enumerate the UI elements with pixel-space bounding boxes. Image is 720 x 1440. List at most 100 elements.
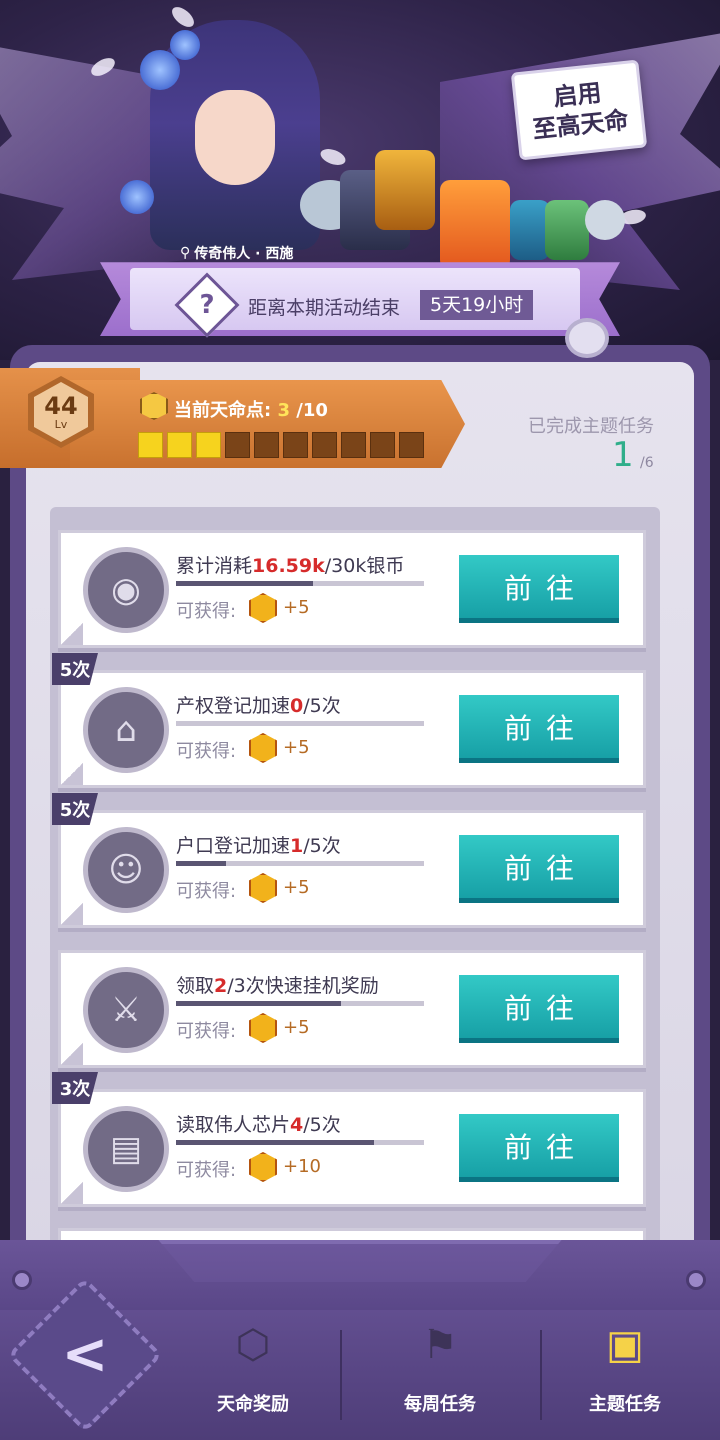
fate-points-total: /10 — [296, 400, 328, 421]
page-fold-decoration — [61, 763, 83, 785]
page-fold-decoration — [61, 903, 83, 925]
reward-label: 可获得: — [176, 1160, 237, 1181]
nav-divider — [340, 1330, 342, 1420]
countdown-value: 5天19小时 — [420, 290, 534, 320]
go-button[interactable]: 前往 — [459, 555, 619, 623]
task-title: 产权登记加速0/5次 — [176, 691, 341, 718]
fate-points-text: 当前天命点: — [174, 400, 272, 421]
fate-progress-cell — [399, 432, 424, 458]
fate-point-icon — [249, 1152, 277, 1182]
task-card: ⌂ 产权登记加速0/5次 可获得: +5 前往 — [58, 670, 646, 788]
task-progress-bar — [176, 1001, 424, 1006]
house-icon: ⌂ — [83, 687, 169, 773]
countdown-label: 距离本期活动结束 — [248, 297, 401, 319]
hero-portrait — [120, 20, 320, 250]
book-icon: ▤ — [83, 1106, 169, 1192]
badge-line-2: 至高天命 — [531, 105, 630, 144]
fate-points-current: 3 — [277, 400, 291, 421]
theme-task-icon: ▣ — [606, 1322, 644, 1368]
level-label: Lv — [54, 418, 68, 431]
task-card: ⚔ 领取2/3次快速挂机奖励可获得: +5 前往 — [58, 950, 646, 1068]
task-title-suffix: /5次 — [303, 695, 341, 717]
task-progress-value: 16.59k — [252, 555, 325, 577]
flower-ornament — [120, 180, 154, 214]
reward-items-illustration — [300, 140, 625, 270]
go-button[interactable]: 前往 — [459, 835, 619, 903]
coin-bag-icon: ◉ — [83, 547, 169, 633]
tab-theme-task[interactable]: ▣ 主题任务 — [540, 1310, 710, 1430]
task-title: 户口登记加速1/5次 — [176, 831, 341, 858]
go-button[interactable]: 前往 — [459, 975, 619, 1043]
reward-label: 可获得: — [176, 1021, 237, 1042]
fate-progress-bar — [138, 432, 424, 458]
fate-points-label: 当前天命点: 3 /10 — [174, 396, 328, 422]
rivet-decoration — [686, 1270, 706, 1290]
fate-progress-cell — [341, 432, 366, 458]
task-progress-value: 2 — [214, 975, 228, 997]
task-title-prefix: 累计消耗 — [176, 555, 253, 577]
task-title: 领取2/3次快速挂机奖励 — [176, 971, 379, 998]
fate-progress-cell — [370, 432, 395, 458]
enable-supreme-fate-badge[interactable]: 启用 至高天命 — [510, 59, 648, 161]
task-progress-value: 4 — [290, 1114, 304, 1136]
task-title-prefix: 户口登记加速 — [176, 835, 291, 857]
fate-progress-cell — [196, 432, 221, 458]
flower-ornament — [170, 30, 200, 60]
level-value: 44 — [44, 392, 78, 420]
weekly-task-icon: ⚑ — [422, 1322, 458, 1368]
reward-value: +5 — [283, 877, 310, 898]
fate-reward-icon: ⬡ — [235, 1322, 271, 1368]
completed-count: 1 — [612, 435, 634, 475]
reward-value: +5 — [283, 1017, 310, 1038]
page-fold-decoration — [61, 1182, 83, 1204]
reward-label: 可获得: — [176, 601, 237, 622]
task-card: ☺ 户口登记加速1/5次 可获得: +5 前往 — [58, 810, 646, 928]
reward-value: +10 — [283, 1156, 321, 1177]
fate-point-icon — [249, 1013, 277, 1043]
task-title-suffix: /30k银币 — [324, 555, 405, 577]
fate-progress-cell — [138, 432, 163, 458]
petal-decoration — [168, 3, 198, 31]
reward-value: +5 — [283, 597, 310, 618]
tab-fate-reward[interactable]: ⬡ 天命奖励 — [168, 1310, 338, 1430]
fate-progress-cell — [254, 432, 279, 458]
fate-point-icon — [249, 873, 277, 903]
tab-theme-task-label: 主题任务 — [589, 1394, 661, 1415]
task-title-suffix: /5次 — [303, 835, 341, 857]
task-progress-bar — [176, 581, 424, 586]
reward-value: +5 — [283, 737, 310, 758]
task-title-prefix: 领取 — [176, 975, 215, 997]
task-title-suffix: /3次快速挂机奖励 — [227, 975, 379, 997]
event-header: 启用 至高天命 ⚲ 传奇伟人 · 西施 ? 距离本期活动结束 5天19小时 — [0, 0, 720, 360]
tab-fate-reward-label: 天命奖励 — [217, 1394, 289, 1415]
completed-label: 已完成主题任务 — [528, 416, 654, 437]
go-button[interactable]: 前往 — [459, 695, 619, 763]
page-fold-decoration — [61, 1043, 83, 1065]
task-progress-value: 0 — [290, 695, 304, 717]
task-title: 累计消耗16.59k/30k银币 — [176, 551, 404, 578]
fate-progress-cell — [283, 432, 308, 458]
page-fold-decoration — [61, 623, 83, 645]
task-card: ▤ 读取伟人芯片4/5次可获得: +10 前往 — [58, 1089, 646, 1207]
task-title: 读取伟人芯片4/5次 — [176, 1110, 341, 1137]
task-title-suffix: /5次 — [303, 1114, 341, 1136]
hero-name: ⚲ 传奇伟人 · 西施 — [180, 242, 293, 264]
completed-total: /6 — [640, 455, 654, 471]
search-icon: ⚲ — [180, 245, 191, 261]
fate-progress-cell — [225, 432, 250, 458]
fate-progress-cell — [312, 432, 337, 458]
task-card: ◉ 累计消耗16.59k/30k银币可获得: +5 前往 — [58, 530, 646, 648]
rivet-decoration — [12, 1270, 32, 1290]
tab-weekly-task[interactable]: ⚑ 每周任务 — [355, 1310, 525, 1430]
person-icon: ☺ — [83, 827, 169, 913]
hero-face — [195, 90, 275, 185]
task-title-prefix: 产权登记加速 — [176, 695, 291, 717]
go-button[interactable]: 前往 — [459, 1114, 619, 1182]
crossed-swords-icon: ⚔ — [83, 967, 169, 1053]
paper-clip-icon — [565, 318, 609, 358]
task-progress-value: 1 — [290, 835, 304, 857]
task-progress-bar — [176, 861, 424, 866]
task-progress-bar — [176, 1140, 424, 1145]
hero-name-text: 传奇伟人 · 西施 — [194, 246, 294, 262]
tab-weekly-task-label: 每周任务 — [404, 1394, 476, 1415]
